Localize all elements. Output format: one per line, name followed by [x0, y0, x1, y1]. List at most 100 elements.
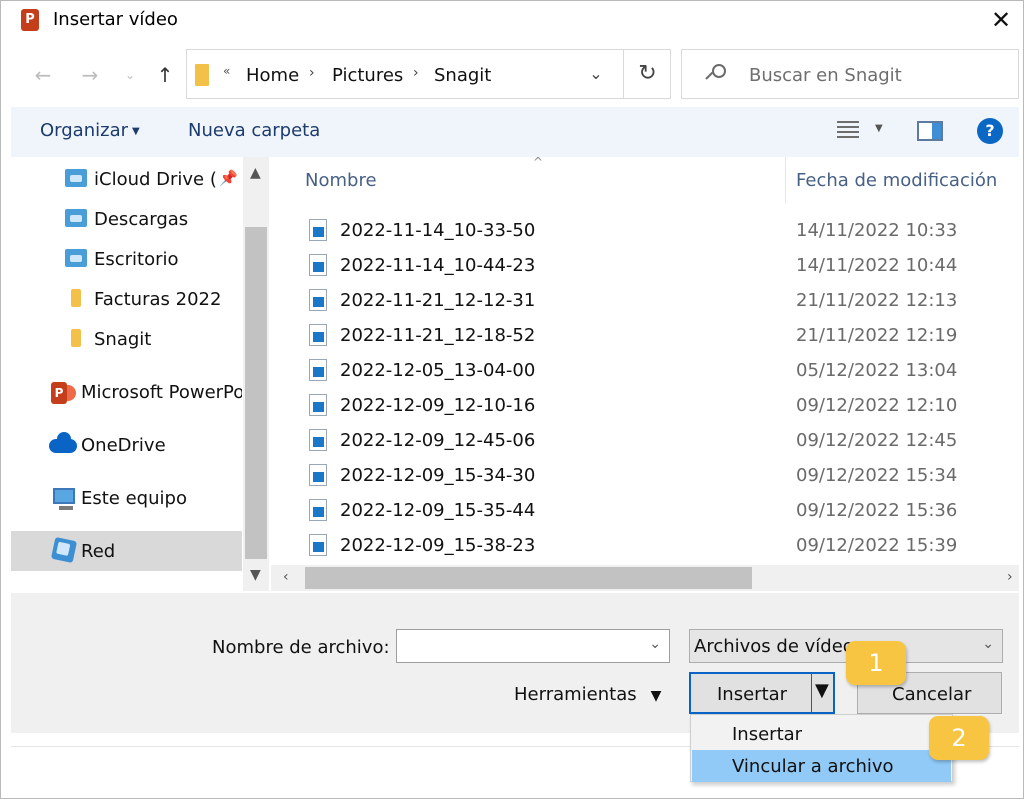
- file-date: 09/12/2022 15:34: [796, 465, 958, 486]
- callout-badge-2: 2: [929, 716, 989, 760]
- callout-badge-1: 1: [846, 641, 906, 685]
- scroll-right-icon[interactable]: ›: [1007, 569, 1013, 585]
- file-row[interactable]: 2022-11-14_10-44-23 14/11/2022 10:44: [271, 248, 1019, 283]
- scrollbar-thumb[interactable]: [305, 567, 752, 589]
- sidebar-item-label: OneDrive: [81, 435, 166, 456]
- navigation-pane: iCloud Drive ( 📌 Descargas Escritorio Fa…: [11, 157, 269, 591]
- menu-item-link-to-file[interactable]: Vincular a archivo: [692, 750, 951, 782]
- powerpoint-icon: P: [51, 382, 76, 404]
- network-icon: [50, 536, 78, 564]
- file-date: 14/11/2022 10:33: [796, 220, 958, 241]
- column-divider[interactable]: [785, 157, 786, 203]
- breadcrumb-snagit[interactable]: Snagit: [434, 65, 491, 86]
- sidebar-item-label: Este equipo: [81, 488, 187, 509]
- view-options-icon[interactable]: [837, 121, 861, 143]
- breadcrumb-home[interactable]: Home: [246, 65, 299, 86]
- video-file-icon: [309, 289, 327, 311]
- sidebar-item-red[interactable]: Red: [11, 531, 242, 571]
- caret-down-icon[interactable]: ▼: [875, 123, 883, 134]
- file-date: 09/12/2022 12:45: [796, 430, 958, 451]
- file-name: 2022-12-05_13-04-00: [340, 360, 536, 381]
- file-row[interactable]: 2022-11-21_12-18-52 21/11/2022 12:19: [271, 318, 1019, 353]
- folder-cloud-icon: [65, 169, 87, 187]
- help-icon[interactable]: ?: [977, 118, 1003, 144]
- file-row[interactable]: 2022-12-09_12-10-16 09/12/2022 12:10: [271, 388, 1019, 423]
- file-row[interactable]: 2022-12-09_12-45-06 09/12/2022 12:45: [271, 423, 1019, 458]
- breadcrumb-separator-icon[interactable]: ›: [309, 65, 315, 81]
- file-name: 2022-11-21_12-18-52: [340, 325, 536, 346]
- back-arrow-icon[interactable]: ←: [31, 63, 55, 87]
- sort-ascending-icon: ^: [533, 157, 544, 169]
- breadcrumb-separator-icon[interactable]: ›: [413, 65, 419, 81]
- sidebar-item-este-equipo[interactable]: Este equipo: [11, 478, 242, 518]
- sidebar-item-label: Facturas 2022: [94, 289, 222, 310]
- chevron-down-icon[interactable]: ⌄: [649, 636, 661, 652]
- forward-arrow-icon[interactable]: →: [78, 63, 102, 87]
- sidebar-item-icloud-drive[interactable]: iCloud Drive ( 📌: [11, 159, 242, 199]
- new-folder-button[interactable]: Nueva carpeta: [188, 120, 320, 141]
- sidebar-item-snagit[interactable]: Snagit: [11, 319, 242, 359]
- sidebar-item-onedrive[interactable]: OneDrive: [11, 425, 242, 465]
- file-name: 2022-11-21_12-12-31: [340, 290, 536, 311]
- up-arrow-icon[interactable]: ↑: [153, 63, 177, 87]
- recent-locations-chevron-icon[interactable]: ⌄: [118, 63, 142, 87]
- video-file-icon: [309, 499, 327, 521]
- address-bar[interactable]: « Home › Pictures › Snagit ⌄ ↻: [186, 49, 671, 99]
- file-list-horizontal-scrollbar[interactable]: ‹ ›: [271, 565, 1019, 591]
- organize-menu-button[interactable]: Organizar ▼: [40, 120, 140, 141]
- computer-icon: [53, 488, 75, 510]
- insert-button-label[interactable]: Insertar: [717, 684, 787, 705]
- onedrive-icon: [49, 432, 77, 453]
- file-date: 09/12/2022 15:39: [796, 535, 958, 556]
- scroll-left-icon[interactable]: ‹: [283, 569, 289, 585]
- file-name: 2022-12-09_12-10-16: [340, 395, 536, 416]
- file-date: 21/11/2022 12:19: [796, 325, 958, 346]
- file-row[interactable]: 2022-12-09_15-35-44 09/12/2022 15:36: [271, 493, 1019, 528]
- file-name: 2022-11-14_10-44-23: [340, 255, 536, 276]
- folder-icon: [71, 289, 81, 307]
- video-file-icon: [309, 464, 327, 486]
- file-name: 2022-11-14_10-33-50: [340, 220, 536, 241]
- insert-split-button[interactable]: Insertar ▼: [689, 672, 835, 714]
- column-header-name[interactable]: Nombre: [305, 170, 377, 191]
- scrollbar-thumb[interactable]: [245, 227, 267, 559]
- file-date: 09/12/2022 15:36: [796, 500, 958, 521]
- sidebar-item-microsoft-powerpoint[interactable]: P Microsoft PowerPo: [11, 372, 242, 412]
- sidebar-item-descargas[interactable]: Descargas: [11, 199, 242, 239]
- file-row[interactable]: 2022-11-21_12-12-31 21/11/2022 12:13: [271, 283, 1019, 318]
- window-title: Insertar vídeo: [53, 9, 178, 30]
- video-file-icon: [309, 534, 327, 556]
- file-list: ^ Nombre Fecha de modificación 2022-11-1…: [271, 157, 1019, 591]
- desktop-folder-icon: [65, 249, 87, 267]
- sidebar-item-label: Escritorio: [94, 249, 179, 270]
- column-header-date-modified[interactable]: Fecha de modificación: [796, 170, 997, 191]
- file-date: 21/11/2022 12:13: [796, 290, 958, 311]
- sidebar-item-facturas-2022[interactable]: Facturas 2022: [11, 279, 242, 319]
- overflow-chevron-icon[interactable]: «: [223, 64, 230, 78]
- file-row[interactable]: 2022-12-09_15-38-23 09/12/2022 15:39: [271, 528, 1019, 563]
- scroll-down-icon[interactable]: ▼: [250, 567, 261, 583]
- insert-options-menu: Insertar Vincular a archivo: [690, 714, 953, 782]
- file-row[interactable]: 2022-12-05_13-04-00 05/12/2022 13:04: [271, 353, 1019, 388]
- refresh-icon[interactable]: ↻: [623, 50, 671, 98]
- insert-options-caret-icon[interactable]: ▼: [815, 680, 829, 701]
- file-name: 2022-12-09_15-35-44: [340, 500, 536, 521]
- sidebar-item-label: Microsoft PowerPo: [81, 382, 242, 403]
- file-row[interactable]: 2022-12-09_15-34-30 09/12/2022 15:34: [271, 458, 1019, 493]
- filename-field[interactable]: ⌄: [396, 629, 670, 663]
- tools-menu-button[interactable]: Herramientas ▼: [514, 684, 661, 705]
- close-button[interactable]: ✕: [987, 5, 1015, 35]
- breadcrumb-pictures[interactable]: Pictures: [332, 65, 403, 86]
- sidebar-item-escritorio[interactable]: Escritorio: [11, 239, 242, 279]
- preview-pane-icon[interactable]: [917, 121, 943, 141]
- file-date: 05/12/2022 13:04: [796, 360, 958, 381]
- navigation-pane-scrollbar[interactable]: ▲ ▼: [243, 157, 269, 591]
- menu-item-insert[interactable]: Insertar: [692, 718, 951, 750]
- chevron-down-icon[interactable]: ⌄: [582, 60, 610, 88]
- video-file-icon: [309, 324, 327, 346]
- folder-icon: [71, 329, 81, 347]
- search-input[interactable]: Buscar en Snagit: [681, 49, 1019, 99]
- command-toolbar: Organizar ▼ Nueva carpeta ▼ ?: [11, 107, 1019, 157]
- scroll-up-icon[interactable]: ▲: [250, 165, 261, 181]
- file-row[interactable]: 2022-11-14_10-33-50 14/11/2022 10:33: [271, 213, 1019, 248]
